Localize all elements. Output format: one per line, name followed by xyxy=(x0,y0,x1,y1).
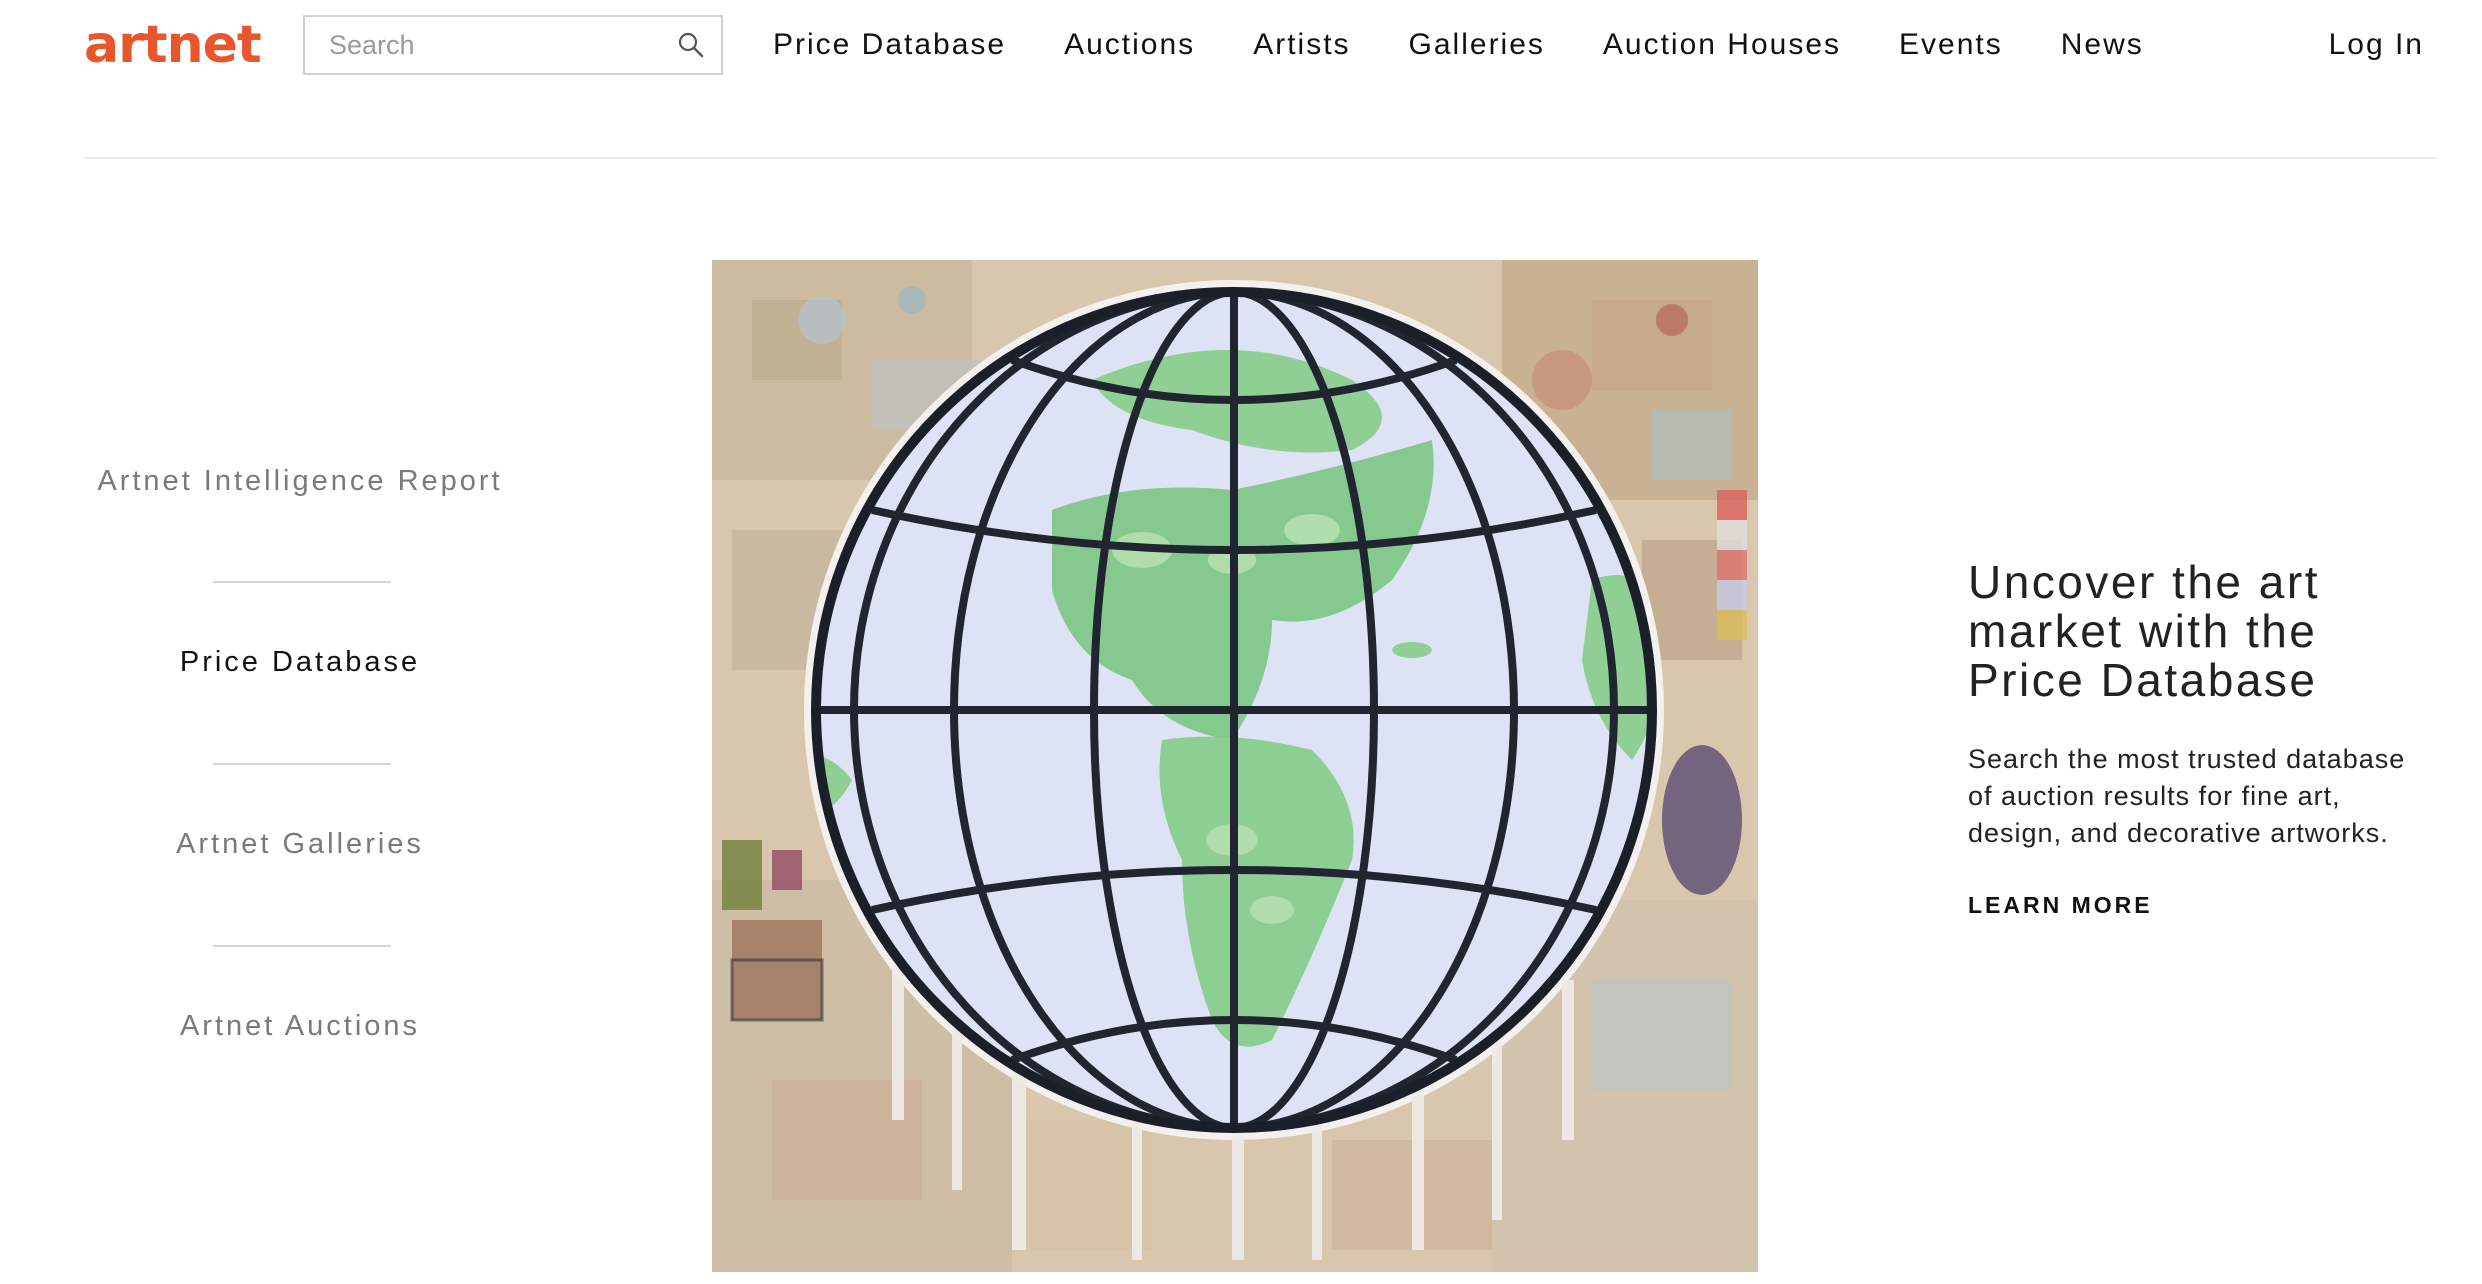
search-icon[interactable] xyxy=(677,31,705,59)
login-link[interactable]: Log In xyxy=(2329,22,2424,68)
artnet-logo[interactable]: artnet xyxy=(84,10,262,80)
side-divider xyxy=(213,581,391,583)
featured-artwork xyxy=(712,260,1758,1272)
globe-painting-image xyxy=(712,260,1758,1272)
nav-item-news[interactable]: News xyxy=(2061,28,2144,62)
nav-item-price-database[interactable]: Price Database xyxy=(773,28,1006,62)
side-item-galleries[interactable]: Artnet Galleries xyxy=(0,828,600,861)
nav-item-events[interactable]: Events xyxy=(1899,28,2003,62)
header-divider xyxy=(84,157,2438,159)
promo-heading: Uncover the art market with the Price Da… xyxy=(1968,556,2320,706)
learn-more-link[interactable]: LEARN MORE xyxy=(1968,892,2153,919)
nav-item-auction-houses[interactable]: Auction Houses xyxy=(1603,28,1841,62)
side-item-price-database[interactable]: Price Database xyxy=(0,646,600,679)
nav-item-galleries[interactable]: Galleries xyxy=(1409,28,1545,62)
side-item-intelligence-report[interactable]: Artnet Intelligence Report xyxy=(0,465,600,498)
side-divider xyxy=(213,945,391,947)
search-box[interactable] xyxy=(303,15,723,75)
nav-item-auctions[interactable]: Auctions xyxy=(1064,28,1195,62)
promo-panel: Uncover the art market with the Price Da… xyxy=(1968,558,2428,919)
side-item-auctions[interactable]: Artnet Auctions xyxy=(0,1010,600,1043)
side-divider xyxy=(213,763,391,765)
main-nav: Price Database Auctions Artists Gallerie… xyxy=(773,22,2202,68)
promo-body: Search the most trusted database of auct… xyxy=(1968,744,2406,848)
search-input[interactable] xyxy=(305,17,665,73)
nav-item-artists[interactable]: Artists xyxy=(1253,28,1350,62)
